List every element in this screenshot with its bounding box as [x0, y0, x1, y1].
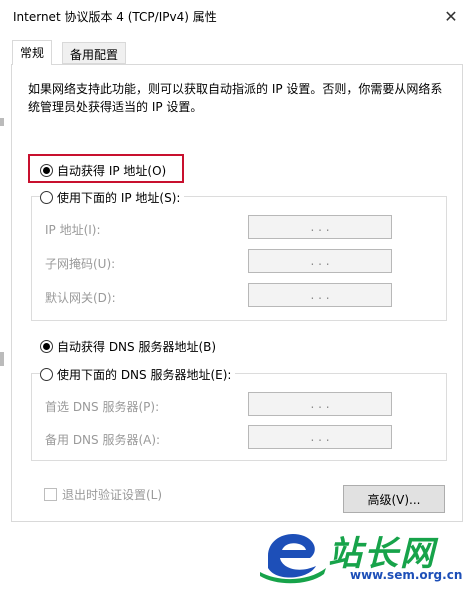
- watermark-logo-icon: [260, 534, 326, 584]
- default-gateway-input[interactable]: . . .: [248, 283, 392, 307]
- ip-address-label: IP 地址(I):: [45, 223, 101, 237]
- manual-ip-radio[interactable]: [40, 191, 53, 204]
- auto-ip-radio[interactable]: [40, 164, 53, 177]
- watermark: 站长网 www.sem.org.cn: [258, 522, 474, 586]
- subnet-mask-label: 子网掩码(U):: [45, 257, 116, 271]
- watermark-url: www.sem.org.cn: [350, 568, 463, 582]
- title-bar: Internet 协议版本 4 (TCP/IPv4) 属性 ✕: [0, 0, 474, 32]
- subnet-mask-input[interactable]: . . .: [248, 249, 392, 273]
- preferred-dns-label: 首选 DNS 服务器(P):: [45, 400, 160, 414]
- alternate-dns-label: 备用 DNS 服务器(A):: [45, 433, 161, 447]
- validate-on-exit-label: 退出时验证设置(L): [62, 488, 163, 502]
- ip-address-input[interactable]: . . .: [248, 215, 392, 239]
- auto-ip-label: 自动获得 IP 地址(O): [57, 164, 167, 178]
- description-text: 如果网络支持此功能，则可以获取自动指派的 IP 设置。否则，你需要从网络系统管理…: [28, 82, 443, 114]
- manual-dns-option[interactable]: 使用下面的 DNS 服务器地址(E):: [40, 366, 236, 383]
- alternate-dns-input[interactable]: . . .: [248, 425, 392, 449]
- tab-alternate-config[interactable]: 备用配置: [62, 42, 127, 64]
- close-button[interactable]: ✕: [428, 0, 474, 32]
- auto-dns-label: 自动获得 DNS 服务器地址(B): [57, 340, 217, 354]
- manual-dns-radio[interactable]: [40, 368, 53, 381]
- background-window-edge: [0, 118, 4, 126]
- manual-ip-option[interactable]: 使用下面的 IP 地址(S):: [40, 189, 185, 206]
- window-title: Internet 协议版本 4 (TCP/IPv4) 属性: [13, 10, 217, 24]
- validate-on-exit-checkbox[interactable]: [44, 488, 57, 501]
- manual-ip-label: 使用下面的 IP 地址(S):: [57, 191, 181, 205]
- tab-general[interactable]: 常规: [12, 40, 53, 65]
- auto-dns-radio[interactable]: [40, 340, 53, 353]
- advanced-button[interactable]: 高级(V)...: [343, 485, 445, 513]
- preferred-dns-input[interactable]: . . .: [248, 392, 392, 416]
- auto-dns-option[interactable]: 自动获得 DNS 服务器地址(B): [40, 338, 216, 355]
- auto-ip-option[interactable]: 自动获得 IP 地址(O): [40, 162, 166, 179]
- default-gateway-label: 默认网关(D):: [45, 291, 116, 305]
- manual-dns-label: 使用下面的 DNS 服务器地址(E):: [57, 368, 232, 382]
- validate-on-exit-option[interactable]: 退出时验证设置(L): [44, 486, 162, 503]
- background-window-edge: [0, 352, 4, 366]
